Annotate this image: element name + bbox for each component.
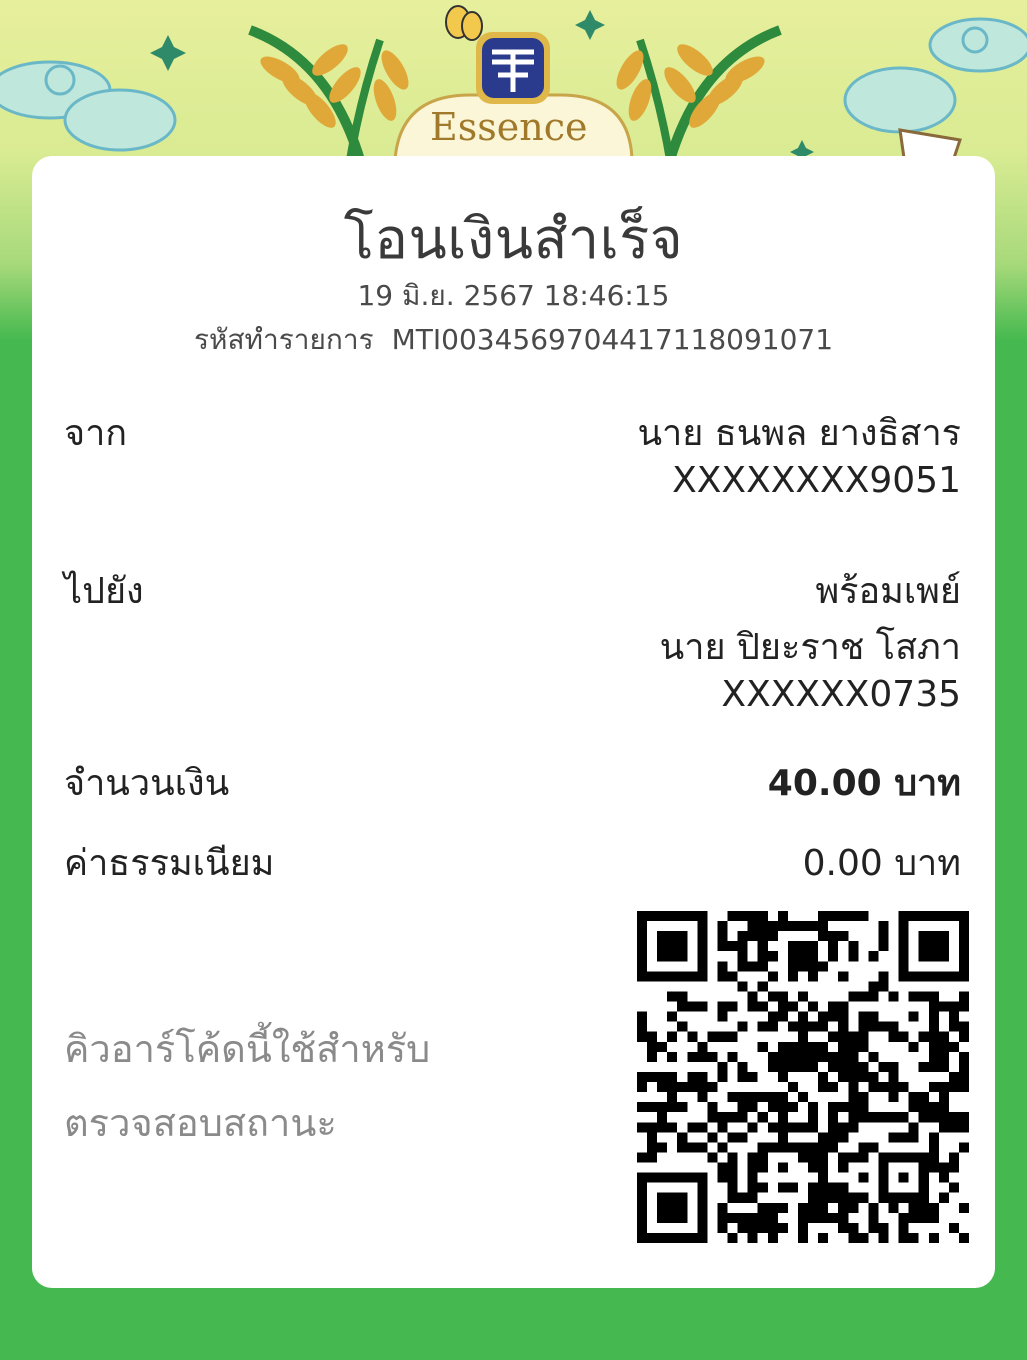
receipt-card: โอนเงินสำเร็จ 19 มิ.ย. 2567 18:46:15 รหั… bbox=[32, 156, 995, 1288]
amount-value: 40.00 บาท bbox=[767, 763, 961, 804]
qr-hint-line2: ตรวจสอบสถานะ bbox=[64, 1101, 337, 1145]
recipient-name: นาย ปิยะราช โสภา bbox=[659, 627, 961, 668]
bank-logo-icon bbox=[476, 32, 550, 104]
event-logo-text: Essence bbox=[430, 105, 587, 149]
recipient-account: XXXXXX0735 bbox=[721, 674, 961, 715]
cloud-right-icon bbox=[843, 17, 1027, 134]
wheat-right-icon bbox=[616, 25, 782, 162]
fee-label: ค่าธรรมเนียม bbox=[64, 843, 275, 884]
recipient-label: ไปยัง bbox=[64, 571, 144, 612]
cloud-left-icon bbox=[0, 60, 177, 152]
wheat-left-icon bbox=[248, 25, 409, 162]
transaction-id-value: MTI0034569704417118091071 bbox=[391, 323, 834, 356]
fee-value: 0.00 บาท bbox=[802, 843, 961, 884]
page-title: โอนเงินสำเร็จ bbox=[343, 207, 684, 272]
transaction-id-label: รหัสทำรายการ bbox=[193, 323, 374, 356]
sender-name: นาย ธนพล ยางธิสาร bbox=[637, 413, 961, 454]
qr-hint-line1: คิวอาร์โค้ดนี้ใช้สำหรับ bbox=[64, 1027, 431, 1071]
recipient-service: พร้อมเพย์ bbox=[815, 571, 961, 612]
butterfly-icon bbox=[445, 5, 483, 41]
sender-account: XXXXXXXX9051 bbox=[672, 460, 961, 501]
transaction-datetime: 19 มิ.ย. 2567 18:46:15 bbox=[357, 279, 670, 312]
sender-label: จาก bbox=[64, 413, 128, 454]
amount-label: จำนวนเงิน bbox=[64, 763, 230, 804]
qr-code-icon[interactable] bbox=[637, 911, 969, 1243]
transaction-id-row: รหัสทำรายการ MTI0034569704417118091071 bbox=[32, 318, 995, 362]
